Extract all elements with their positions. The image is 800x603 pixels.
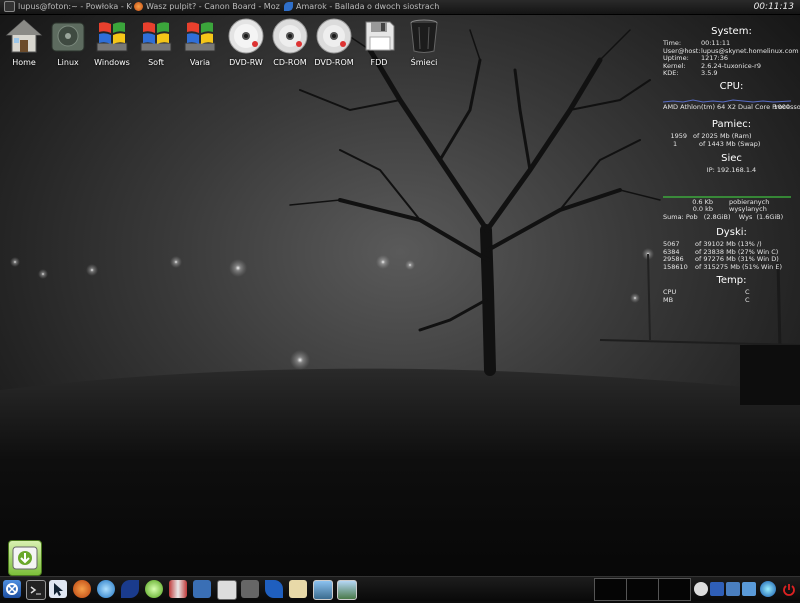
media-launcher-icon[interactable] <box>265 580 283 598</box>
terminal-launcher-icon[interactable] <box>26 580 46 600</box>
clock[interactable]: 00:11:13 <box>754 0 794 14</box>
editor-launcher-icon[interactable] <box>193 580 211 598</box>
office-launcher-icon[interactable] <box>169 580 187 598</box>
home-icon <box>5 19 43 53</box>
desktop-icon-varia[interactable]: Varia <box>178 17 222 67</box>
disk-row: 158610 of 315275 Mb (51% Win E) <box>663 262 782 271</box>
konqueror-launcher-icon[interactable] <box>97 580 115 598</box>
image-viewer-launcher-icon[interactable] <box>313 580 333 600</box>
desktop-icon-label: Soft <box>148 58 164 67</box>
memory-row: 1959 of 2025 Mb (Ram) <box>670 132 752 140</box>
photo-launcher-icon[interactable] <box>337 580 357 600</box>
taskbar-task-amarok[interactable]: Amarok - Ballada o dwoch siostrach <box>284 0 446 14</box>
system-row: KDE: 3.5.9 <box>663 69 718 77</box>
desktop-icon-label: Śmieci <box>410 58 438 67</box>
dvd-disc-icon <box>228 18 264 54</box>
keyboard-layout-tray-icon[interactable] <box>710 582 724 596</box>
trash-icon <box>410 19 438 53</box>
disks-section-title: Dyski: <box>716 227 747 238</box>
power-icon <box>783 584 795 596</box>
firefox-icon <box>134 2 143 11</box>
cpu-frequency: 1000 <box>773 102 790 111</box>
install-package-icon <box>12 546 38 570</box>
task-label: Wasz pulpit? - Canon Board - Mozil <box>146 2 280 11</box>
temp-row: CPU C <box>663 288 750 296</box>
desktop-icon-dvd-rom[interactable]: DVD-ROM <box>312 17 356 67</box>
terminal-icon <box>4 1 15 12</box>
desktop-icon-linux[interactable]: Linux <box>46 17 90 67</box>
desktop-icon-cd-rom[interactable]: CD-ROM <box>268 17 312 67</box>
desktop-icon-label: DVD-RW <box>229 58 263 67</box>
task-label: lupus@foton:~ - Powłoka - Konsola <box>18 2 132 11</box>
system-section-title: System: <box>711 26 752 37</box>
desktop-icon-soft[interactable]: Soft <box>134 17 178 67</box>
cd-disc-icon <box>272 18 308 54</box>
temp-section-title: Temp: <box>716 275 747 286</box>
firefox-launcher-icon[interactable] <box>73 580 91 598</box>
skype-launcher-icon[interactable] <box>145 580 163 598</box>
top-taskbar: lupus@foton:~ - Powłoka - Konsola Wasz p… <box>0 0 800 15</box>
system-monitor-panel: System: Time: 00:11:11 User@host: lupus@sk… <box>663 24 800 304</box>
terminal-icon <box>30 586 41 595</box>
desktop-icon-fdd[interactable]: FDD <box>357 17 401 67</box>
pager-desktop-1[interactable] <box>594 578 627 601</box>
cpu-model-row: AMD Athlon(tm) 64 X2 Dual Core Processor… <box>663 102 800 112</box>
desktop-icon-windows[interactable]: Windows <box>90 17 134 67</box>
windows-drive-icon <box>184 22 216 52</box>
desktop-icon-label: Home <box>12 58 36 67</box>
cursor-icon <box>54 583 63 596</box>
system-row: Kernel: 2.6.24-tuxonice-r9 <box>663 61 761 70</box>
amarok-launcher-icon[interactable] <box>121 580 139 598</box>
network-launcher-icon[interactable] <box>241 580 259 598</box>
task-label: Amarok - Ballada o dwoch siostrach <box>296 2 440 11</box>
cpu-usage-graph <box>663 98 791 103</box>
network-ip: IP: 192.168.1.4 <box>706 166 757 174</box>
amarok-icon <box>284 2 293 11</box>
temp-row: MB C <box>663 295 750 304</box>
network-traffic-graph <box>663 195 791 198</box>
gimp-launcher-icon[interactable] <box>289 580 307 598</box>
document-launcher-icon[interactable] <box>217 580 237 600</box>
desktop-icon-label: FDD <box>370 58 388 67</box>
disk-row: 5067 of 39102 Mb (13% /) <box>663 240 762 248</box>
desktop-icon-label: Windows <box>94 58 130 67</box>
notifier-tray-icon[interactable] <box>726 582 740 596</box>
bottom-panel <box>0 576 800 601</box>
memory-section-title: Pamiec: <box>711 119 752 130</box>
cd-disc-icon <box>316 18 352 54</box>
kde-menu-icon[interactable] <box>3 580 21 598</box>
desktop-icon-label: DVD-ROM <box>314 58 354 67</box>
network-tray-icon[interactable] <box>760 581 776 597</box>
pager-desktop-3[interactable] <box>658 578 691 601</box>
desktop-icon-label: Varia <box>189 58 211 67</box>
desktop-icon-label: Linux <box>57 58 79 67</box>
network-totals: Suma: Pob (2.8GiB) Wys (1.6GiB) <box>663 212 784 221</box>
kde-gear-icon <box>6 583 18 595</box>
desktop-icon-label: CD-ROM <box>273 58 307 67</box>
desktop-launcher-widget[interactable] <box>8 540 42 576</box>
taskbar-task-konsole[interactable]: lupus@foton:~ - Powłoka - Konsola <box>4 0 132 14</box>
desktop-icon-home[interactable]: Home <box>2 17 46 67</box>
logout-button[interactable] <box>782 582 796 596</box>
taskbar-task-firefox[interactable]: Wasz pulpit? - Canon Board - Mozil <box>134 0 280 14</box>
bluetooth-tray-icon[interactable] <box>694 582 708 596</box>
desktop-switch-icon[interactable] <box>49 580 67 598</box>
hard-drive-icon <box>51 22 85 52</box>
network-section-title: Siec <box>721 153 742 164</box>
desktop-icon-trash[interactable]: Śmieci <box>402 17 446 67</box>
cpu-section-title: CPU: <box>719 80 744 92</box>
windows-drive-icon <box>140 22 172 52</box>
display-tray-icon[interactable] <box>742 582 756 596</box>
pager-desktop-2[interactable] <box>626 578 659 601</box>
floppy-disk-icon <box>365 21 395 51</box>
memory-row: 1 of 1443 Mb (Swap) <box>673 139 761 148</box>
windows-drive-icon <box>96 22 128 52</box>
desktop-icon-dvd-rw[interactable]: DVD-RW <box>224 17 268 67</box>
